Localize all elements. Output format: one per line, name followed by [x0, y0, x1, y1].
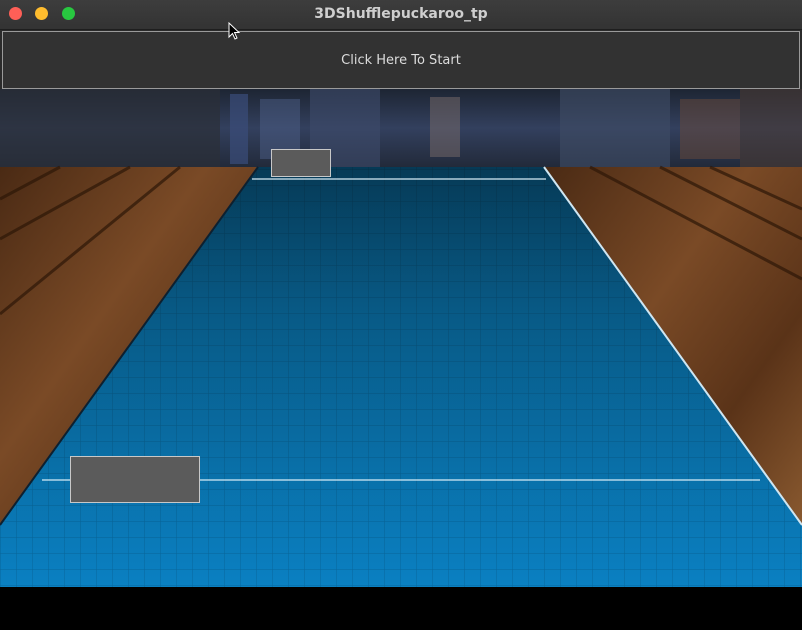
mouse-cursor-icon [228, 22, 241, 40]
player-paddle[interactable] [70, 456, 200, 503]
window-title: 3DShufflepuckaroo_tp [314, 6, 488, 22]
start-button[interactable]: Click Here To Start [2, 31, 800, 89]
game-canvas [0, 89, 802, 587]
bottom-bar [0, 587, 802, 630]
opponent-paddle [271, 149, 331, 177]
title-bar: 3DShufflepuckaroo_tp [0, 0, 802, 30]
game-scene[interactable] [0, 89, 802, 587]
